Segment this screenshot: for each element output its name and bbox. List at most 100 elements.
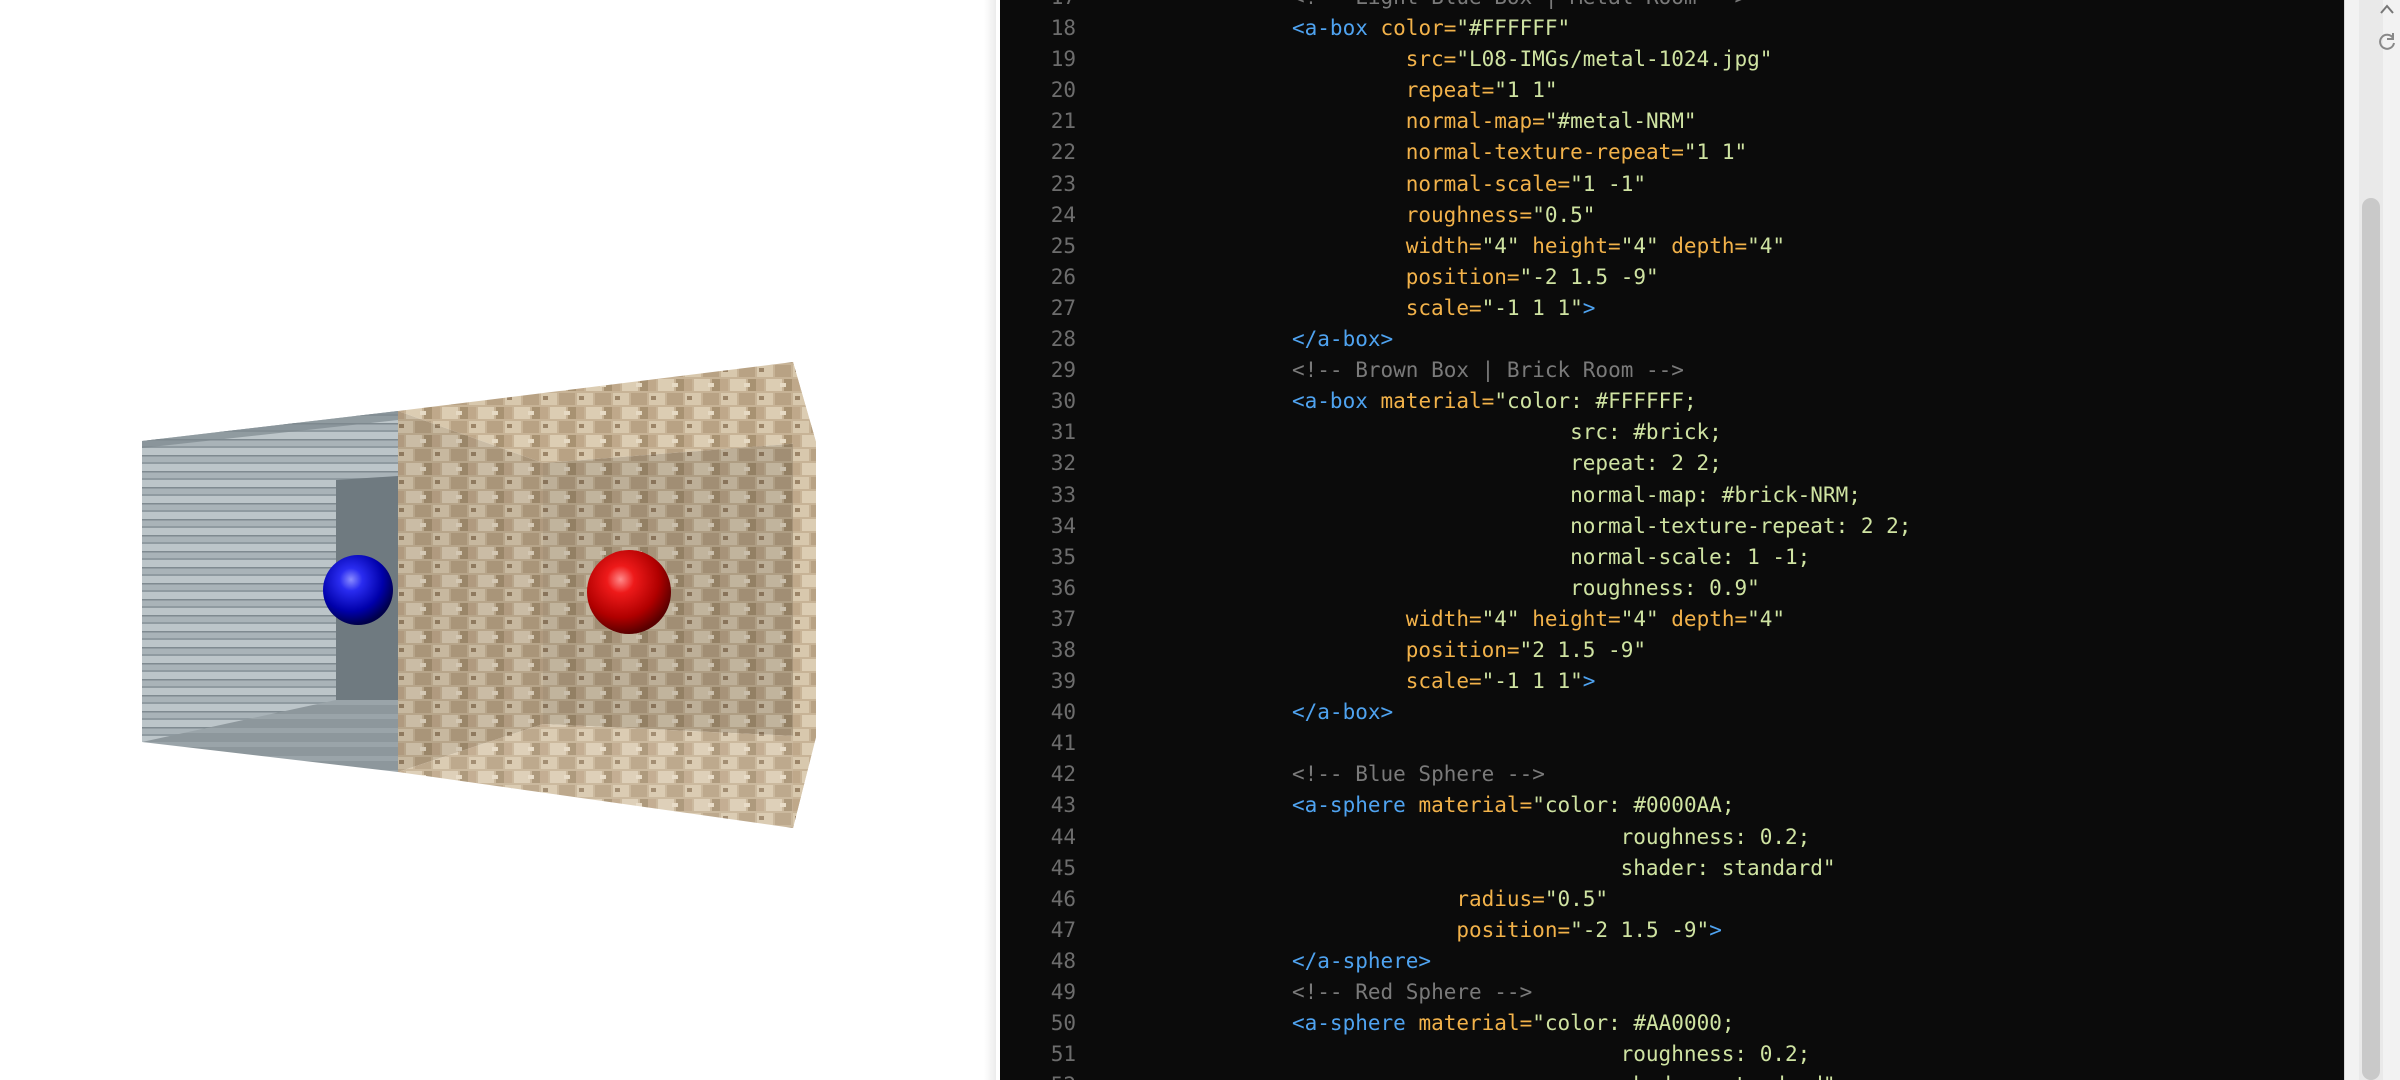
code-text[interactable]: src="L08-IMGs/metal-1024.jpg" bbox=[1292, 44, 1773, 75]
code-line[interactable]: 22 normal-texture-repeat="1 1" bbox=[1000, 137, 2344, 168]
code-text[interactable]: normal-texture-repeat: 2 2; bbox=[1292, 511, 1911, 542]
code-token-str: "4" bbox=[1747, 233, 1786, 258]
scene-viewport[interactable] bbox=[0, 0, 996, 1080]
code-line[interactable]: 32 repeat: 2 2; bbox=[1000, 448, 2344, 479]
code-line[interactable]: 48 </a-sphere> bbox=[1000, 946, 2344, 977]
code-token-attr: color= bbox=[1380, 16, 1457, 41]
code-line[interactable]: 36 roughness: 0.9" bbox=[1000, 573, 2344, 604]
code-text[interactable]: src: #brick; bbox=[1292, 417, 1722, 448]
code-line[interactable]: 52 shader: standard" bbox=[1000, 1070, 2344, 1080]
code-line[interactable]: 20 repeat="1 1" bbox=[1000, 75, 2344, 106]
code-text[interactable]: repeat: 2 2; bbox=[1292, 448, 1722, 479]
code-text[interactable]: normal-scale: 1 -1; bbox=[1292, 542, 1810, 573]
code-token-str: "1 1" bbox=[1494, 78, 1558, 103]
line-number: 48 bbox=[1050, 948, 1076, 973]
code-line[interactable]: 18 <a-box color="#FFFFFF" bbox=[1000, 13, 2344, 44]
code-line[interactable]: 42 <!-- Blue Sphere --> bbox=[1000, 759, 2344, 790]
code-line[interactable]: 44 roughness: 0.2; bbox=[1000, 822, 2344, 853]
code-text[interactable]: shader: standard" bbox=[1292, 853, 1836, 884]
code-text[interactable]: repeat="1 1" bbox=[1292, 75, 1558, 106]
line-number: 52 bbox=[1000, 1070, 1076, 1080]
code-text[interactable]: <!-- Blue Sphere --> bbox=[1292, 759, 1545, 790]
code-text[interactable]: </a-box> bbox=[1292, 697, 1393, 728]
code-text[interactable]: <a-box color="#FFFFFF" bbox=[1292, 13, 1570, 44]
code-line[interactable]: 30 <a-box material="color: #FFFFFF; bbox=[1000, 386, 2344, 417]
code-text[interactable]: scale="-1 1 1"> bbox=[1292, 293, 1596, 324]
code-text[interactable]: <!-- Brown Box | Brick Room --> bbox=[1292, 355, 1684, 386]
code-token-str: normal-scale: 1 -1; bbox=[1570, 544, 1811, 569]
code-line[interactable]: 46 radius="0.5" bbox=[1000, 884, 2344, 915]
code-token-attr: width= bbox=[1405, 233, 1482, 258]
code-text[interactable]: position="2 1.5 -9" bbox=[1292, 635, 1646, 666]
line-number: 39 bbox=[1050, 669, 1076, 694]
code-text[interactable]: </a-box> bbox=[1292, 324, 1393, 355]
code-token-tag: > bbox=[1582, 295, 1596, 320]
code-line[interactable]: 19 src="L08-IMGs/metal-1024.jpg" bbox=[1000, 44, 2344, 75]
code-text[interactable]: width="4" height="4" depth="4" bbox=[1292, 604, 1785, 635]
code-text[interactable]: shader: standard" bbox=[1292, 1070, 1836, 1080]
code-line[interactable]: 37 width="4" height="4" depth="4" bbox=[1000, 604, 2344, 635]
code-text[interactable]: <!-- Light Blue Box | Metal Room --> bbox=[1292, 0, 1747, 13]
code-line[interactable]: 41 bbox=[1000, 728, 2344, 759]
code-line[interactable]: 29 <!-- Brown Box | Brick Room --> bbox=[1000, 355, 2344, 386]
code-line[interactable]: 39 scale="-1 1 1"> bbox=[1000, 666, 2344, 697]
code-line[interactable]: 40 </a-box> bbox=[1000, 697, 2344, 728]
code-text[interactable]: radius="0.5" bbox=[1292, 884, 1608, 915]
code-line[interactable]: 50 <a-sphere material="color: #AA0000; bbox=[1000, 1008, 2344, 1039]
code-line[interactable]: 38 position="2 1.5 -9" bbox=[1000, 635, 2344, 666]
scroll-up-icon[interactable] bbox=[2378, 2, 2396, 16]
code-text[interactable]: normal-map: #brick-NRM; bbox=[1292, 480, 1861, 511]
code-token-str: "4" bbox=[1620, 233, 1672, 258]
code-line[interactable]: 17 <!-- Light Blue Box | Metal Room --> bbox=[1000, 0, 2344, 13]
code-token-str: "-1 1 1" bbox=[1481, 295, 1583, 320]
code-line[interactable]: 34 normal-texture-repeat: 2 2; bbox=[1000, 511, 2344, 542]
code-text[interactable]: roughness="0.5" bbox=[1292, 200, 1596, 231]
code-text[interactable]: <a-box material="color: #FFFFFF; bbox=[1292, 386, 1697, 417]
line-number: 18 bbox=[1050, 16, 1076, 41]
code-line[interactable]: 26 position="-2 1.5 -9" bbox=[1000, 262, 2344, 293]
code-lines[interactable]: 17 <!-- Light Blue Box | Metal Room --> 18… bbox=[1000, 0, 2344, 1080]
code-text[interactable]: position="-2 1.5 -9" bbox=[1292, 262, 1659, 293]
code-line[interactable]: 23 normal-scale="1 -1" bbox=[1000, 169, 2344, 200]
code-line[interactable]: 21 normal-map="#metal-NRM" bbox=[1000, 106, 2344, 137]
code-text[interactable]: roughness: 0.2; bbox=[1292, 822, 1811, 853]
code-text[interactable]: <a-sphere material="color: #AA0000; bbox=[1292, 1008, 1735, 1039]
scene-canvas[interactable] bbox=[0, 0, 996, 1080]
code-text[interactable]: roughness: 0.2; bbox=[1292, 1039, 1811, 1070]
pane-divider[interactable] bbox=[984, 0, 996, 1080]
code-line[interactable]: 45 shader: standard" bbox=[1000, 853, 2344, 884]
scroll-thumb[interactable] bbox=[2362, 198, 2380, 1080]
code-line[interactable]: 31 src: #brick; bbox=[1000, 417, 2344, 448]
code-line[interactable]: 28 </a-box> bbox=[1000, 324, 2344, 355]
code-text[interactable]: roughness: 0.9" bbox=[1292, 573, 1760, 604]
code-token-str: "4" bbox=[1481, 233, 1533, 258]
code-line[interactable]: 49 <!-- Red Sphere --> bbox=[1000, 977, 2344, 1008]
code-text[interactable]: </a-sphere> bbox=[1292, 946, 1431, 977]
code-token-attr: normal-map= bbox=[1405, 109, 1545, 134]
code-line[interactable]: 33 normal-map: #brick-NRM; bbox=[1000, 480, 2344, 511]
code-editor[interactable]: 17 <!-- Light Blue Box | Metal Room --> 18… bbox=[1000, 0, 2344, 1080]
code-token-str: "1 1" bbox=[1683, 140, 1748, 165]
code-line[interactable]: 24 roughness="0.5" bbox=[1000, 200, 2344, 231]
code-line[interactable]: 51 roughness: 0.2; bbox=[1000, 1039, 2344, 1070]
code-text[interactable]: width="4" height="4" depth="4" bbox=[1292, 231, 1785, 262]
code-text[interactable]: scale="-1 1 1"> bbox=[1292, 666, 1596, 697]
code-line[interactable]: 25 width="4" height="4" depth="4" bbox=[1000, 231, 2344, 262]
code-line[interactable]: 35 normal-scale: 1 -1; bbox=[1000, 542, 2344, 573]
line-number: 22 bbox=[1050, 140, 1076, 165]
code-line[interactable]: 27 scale="-1 1 1"> bbox=[1000, 293, 2344, 324]
code-text[interactable]: normal-scale="1 -1" bbox=[1292, 169, 1646, 200]
refresh-icon[interactable] bbox=[2376, 30, 2398, 52]
line-number: 32 bbox=[1050, 451, 1076, 476]
code-line[interactable]: 43 <a-sphere material="color: #0000AA; bbox=[1000, 790, 2344, 821]
code-text[interactable]: normal-texture-repeat="1 1" bbox=[1292, 137, 1747, 168]
editor-scrollbar[interactable] bbox=[2344, 0, 2400, 1080]
code-text[interactable]: <!-- Red Sphere --> bbox=[1292, 977, 1532, 1008]
code-text[interactable]: <a-sphere material="color: #0000AA; bbox=[1292, 790, 1735, 821]
code-text[interactable]: position="-2 1.5 -9"> bbox=[1292, 915, 1722, 946]
code-text[interactable]: normal-map="#metal-NRM" bbox=[1292, 106, 1697, 137]
code-token-tag: </a-box> bbox=[1292, 700, 1394, 725]
line-number: 36 bbox=[1050, 575, 1076, 600]
line-number: 42 bbox=[1050, 762, 1076, 787]
code-line[interactable]: 47 position="-2 1.5 -9"> bbox=[1000, 915, 2344, 946]
